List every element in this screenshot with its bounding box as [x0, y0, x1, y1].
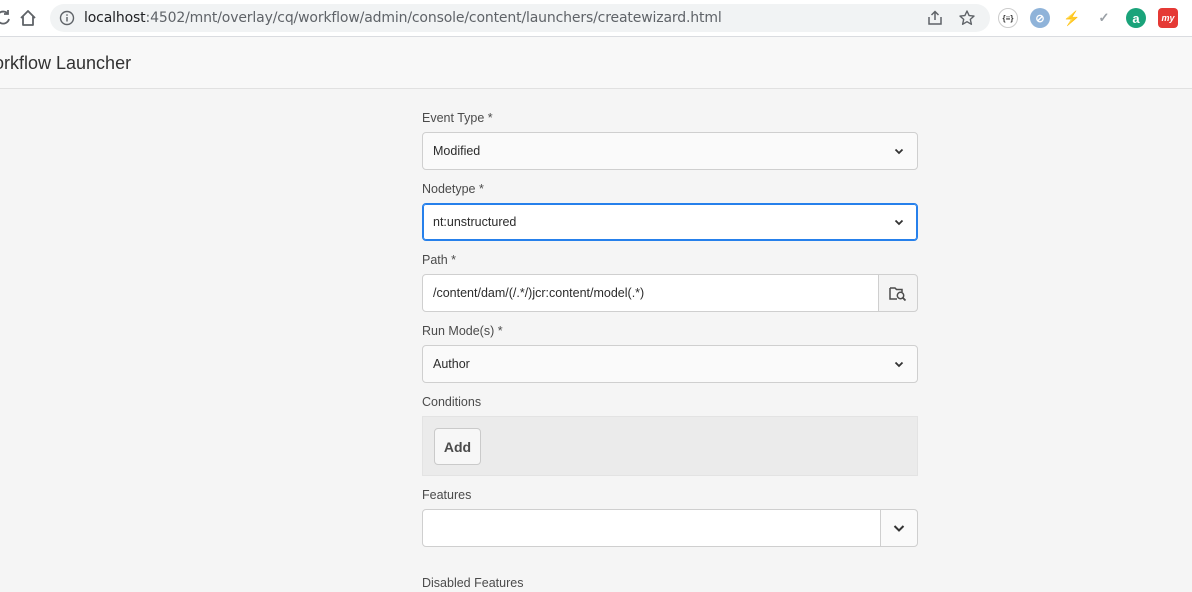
conditions-panel: Add: [422, 416, 918, 476]
run-modes-select[interactable]: Author: [422, 345, 918, 383]
url-host: localhost: [84, 10, 146, 26]
page-title: orkflow Launcher: [0, 53, 132, 73]
event-type-value: Modified: [433, 144, 481, 158]
url-text[interactable]: localhost:4502/mnt/overlay/cq/workflow/a…: [84, 10, 722, 26]
disabled-features-label: Disabled Features: [422, 576, 524, 590]
run-modes-label: Run Mode(s) *: [422, 324, 503, 338]
extension-feather-icon[interactable]: ✓: [1094, 8, 1114, 28]
path-field: /content/dam/(/.*/)jcr:content/model(.*): [422, 274, 918, 312]
path-label: Path *: [422, 253, 457, 267]
event-type-label: Event Type *: [422, 111, 493, 125]
browser-toolbar: localhost:4502/mnt/overlay/cq/workflow/a…: [0, 0, 1192, 37]
add-condition-button[interactable]: Add: [434, 428, 481, 465]
extension-red-icon[interactable]: my: [1158, 8, 1178, 28]
home-icon[interactable]: [17, 7, 39, 29]
extension-bolt-icon[interactable]: ⚡: [1062, 8, 1082, 28]
path-browse-button[interactable]: [878, 274, 918, 312]
nodetype-label: Nodetype *: [422, 182, 484, 196]
site-info-icon[interactable]: [59, 10, 75, 26]
reload-icon[interactable]: [0, 7, 14, 29]
event-type-select[interactable]: Modified: [422, 132, 918, 170]
conditions-label: Conditions: [422, 395, 482, 409]
nodetype-value: nt:unstructured: [433, 215, 517, 229]
run-modes-value: Author: [433, 357, 470, 371]
share-icon[interactable]: [926, 9, 944, 27]
path-value: /content/dam/(/.*/)jcr:content/model(.*): [433, 286, 645, 300]
extension-a-icon[interactable]: a: [1126, 8, 1146, 28]
nodetype-select[interactable]: nt:unstructured: [422, 203, 918, 241]
address-bar[interactable]: localhost:4502/mnt/overlay/cq/workflow/a…: [50, 4, 990, 32]
extension-globe-icon[interactable]: ⊘: [1030, 8, 1050, 28]
bookmark-star-icon[interactable]: [958, 9, 976, 27]
features-field: [422, 509, 918, 547]
folder-search-icon: [889, 287, 907, 301]
chevron-down-icon: [894, 219, 904, 226]
features-label: Features: [422, 488, 472, 502]
chevron-down-icon: [894, 361, 904, 368]
url-path: :4502/mnt/overlay/cq/workflow/admin/cons…: [145, 10, 722, 26]
chevron-down-icon: [893, 525, 905, 532]
json-formatter-icon[interactable]: {≡}: [998, 8, 1018, 28]
app-header: orkflow Launcher: [0, 37, 1192, 89]
path-input[interactable]: /content/dam/(/.*/)jcr:content/model(.*): [422, 274, 879, 312]
features-dropdown-button[interactable]: [880, 509, 918, 547]
features-input[interactable]: [422, 509, 881, 547]
chevron-down-icon: [894, 148, 904, 155]
